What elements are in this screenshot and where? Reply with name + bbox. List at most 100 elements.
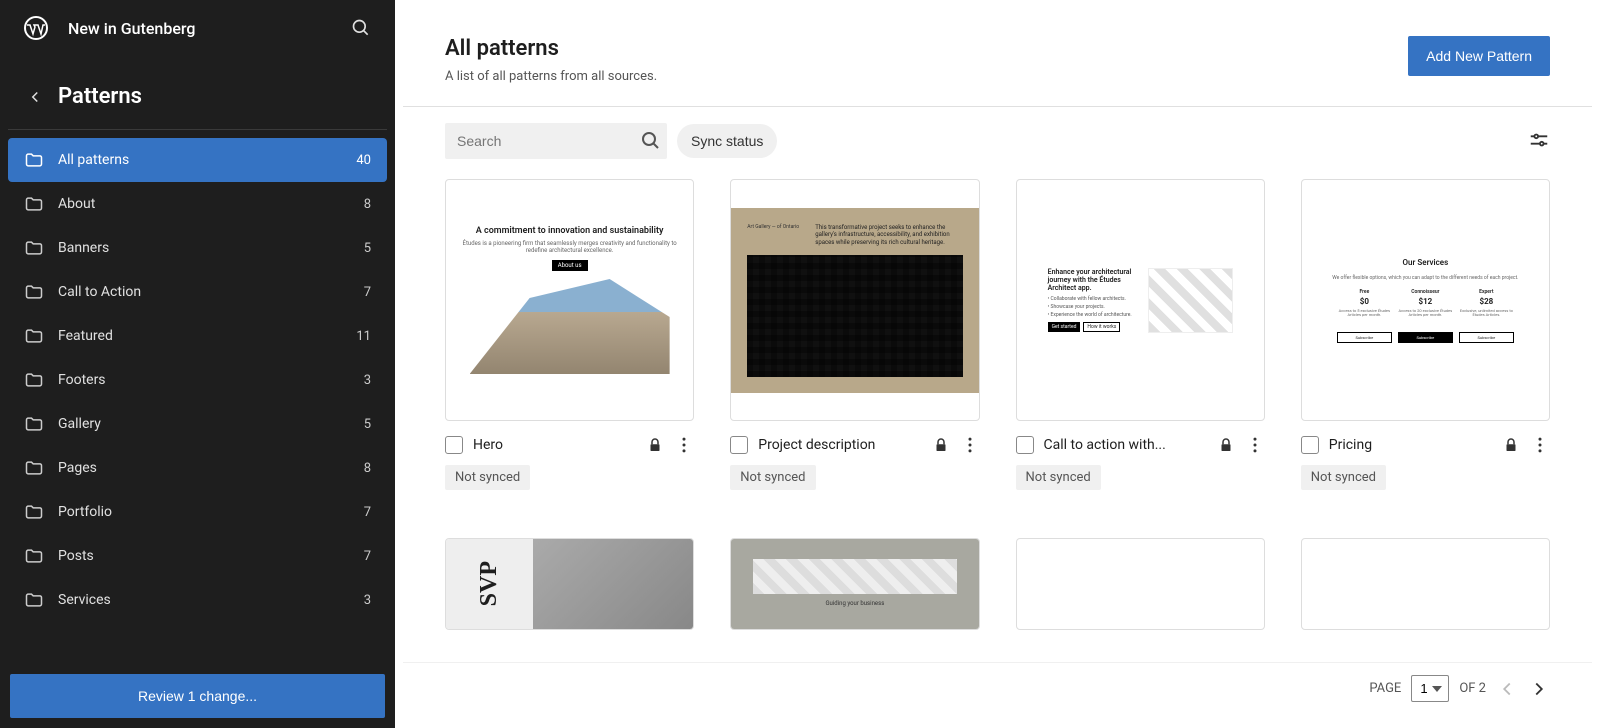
category-count: 7 (364, 285, 371, 300)
pattern-title[interactable]: Project description (758, 437, 921, 453)
page-label: PAGE (1369, 681, 1401, 696)
category-count: 3 (364, 373, 371, 388)
sidebar-item-services[interactable]: Services 3 (8, 578, 387, 622)
lock-icon (1502, 436, 1520, 454)
sync-status-badge: Not synced (1016, 465, 1101, 490)
category-label: Featured (58, 328, 113, 344)
pattern-thumbnail[interactable]: A commitment to innovation and sustainab… (445, 179, 694, 421)
sidebar-item-banners[interactable]: Banners 5 (8, 226, 387, 270)
category-label: Gallery (58, 416, 101, 432)
sidebar-item-featured[interactable]: Featured 11 (8, 314, 387, 358)
sidebar-item-all-patterns[interactable]: All patterns 40 (8, 138, 387, 182)
pattern-thumbnail[interactable]: Guiding your business (730, 538, 979, 630)
sync-status-badge: Not synced (730, 465, 815, 490)
category-list: All patterns 40 About 8 Banners 5 Call to Acti… (0, 130, 395, 664)
pattern-title[interactable]: Pricing (1329, 437, 1492, 453)
pattern-card: A commitment to innovation and sustainab… (445, 179, 694, 502)
folder-icon (24, 502, 44, 522)
pattern-grid: A commitment to innovation and sustainab… (403, 175, 1592, 662)
site-title[interactable]: New in Gutenberg (68, 19, 331, 38)
sidebar-item-posts[interactable]: Posts 7 (8, 534, 387, 578)
category-label: Posts (58, 548, 94, 564)
lock-icon (932, 436, 950, 454)
patterns-title: Patterns (58, 84, 142, 109)
category-label: Pages (58, 460, 97, 476)
category-count: 7 (364, 549, 371, 564)
category-label: Footers (58, 372, 106, 388)
category-count: 3 (364, 593, 371, 608)
pattern-thumbnail[interactable]: Enhance your architectural journey with … (1016, 179, 1265, 421)
chevron-left-icon (1496, 678, 1518, 700)
folder-icon (24, 238, 44, 258)
more-actions-button[interactable] (960, 435, 980, 455)
category-count: 5 (364, 241, 371, 256)
main: All patterns A list of all patterns from… (403, 8, 1592, 720)
page-title: All patterns (445, 36, 1408, 61)
sidebar-item-call-to-action[interactable]: Call to Action7 (8, 270, 387, 314)
sidebar-item-gallery[interactable]: Gallery 5 (8, 402, 387, 446)
category-label: Portfolio (58, 504, 112, 520)
pattern-checkbox[interactable] (1301, 436, 1319, 454)
sliders-icon (1528, 129, 1550, 151)
pattern-checkbox[interactable] (445, 436, 463, 454)
search-input[interactable] (457, 133, 639, 149)
page-subtitle: A list of all patterns from all sources. (445, 69, 1408, 84)
search-icon (351, 18, 371, 38)
more-actions-button[interactable] (1245, 435, 1265, 455)
pattern-thumbnail[interactable]: Our Services We offer flexible options, … (1301, 179, 1550, 421)
header-search-button[interactable] (351, 18, 371, 38)
pattern-title[interactable]: Call to action with... (1044, 437, 1207, 453)
category-count: 5 (364, 417, 371, 432)
pattern-thumbnail[interactable]: SVP (445, 538, 694, 630)
more-actions-button[interactable] (1530, 435, 1550, 455)
patterns-header: Patterns (8, 56, 387, 130)
category-label: Banners (58, 240, 109, 256)
prev-page-button[interactable] (1496, 678, 1518, 700)
sidebar-item-footers[interactable]: Footers 3 (8, 358, 387, 402)
sidebar-item-pages[interactable]: Pages 8 (8, 446, 387, 490)
category-count: 8 (364, 197, 371, 212)
main-header-left: All patterns A list of all patterns from… (445, 36, 1408, 84)
pattern-title[interactable]: Hero (473, 437, 636, 453)
category-count: 11 (356, 329, 371, 344)
review-wrap: Review 1 change... (0, 664, 395, 728)
next-page-button[interactable] (1528, 678, 1550, 700)
sync-status-badge: Not synced (445, 465, 530, 490)
pattern-thumbnail[interactable]: Art Gallery — of OntarioThis transformat… (730, 179, 979, 421)
pattern-thumbnail[interactable] (1016, 538, 1265, 630)
sidebar-item-portfolio[interactable]: Portfolio7 (8, 490, 387, 534)
sync-status-filter[interactable]: Sync status (677, 124, 777, 158)
add-new-pattern-button[interactable]: Add New Pattern (1408, 36, 1550, 76)
pattern-card: Art Gallery — of OntarioThis transformat… (730, 179, 979, 502)
category-count: 8 (364, 461, 371, 476)
more-actions-button[interactable] (674, 435, 694, 455)
pattern-card: SVP (445, 538, 694, 642)
lock-icon (646, 436, 664, 454)
chevron-right-icon (1528, 678, 1550, 700)
pattern-card: Our Services We offer flexible options, … (1301, 179, 1550, 502)
folder-icon (24, 414, 44, 434)
pattern-card: Enhance your architectural journey with … (1016, 179, 1265, 502)
page-select[interactable]: 1 (1411, 675, 1449, 702)
pattern-checkbox[interactable] (730, 436, 748, 454)
category-count: 40 (356, 153, 371, 168)
lock-icon (1217, 436, 1235, 454)
folder-icon (24, 546, 44, 566)
search-icon[interactable] (639, 129, 663, 153)
pattern-checkbox[interactable] (1016, 436, 1034, 454)
pattern-thumbnail[interactable] (1301, 538, 1550, 630)
category-label: Services (58, 592, 111, 608)
page-of-label: OF 2 (1459, 681, 1486, 696)
folder-icon (24, 370, 44, 390)
category-label: About (58, 196, 95, 212)
category-label: All patterns (58, 152, 129, 168)
folder-icon (24, 326, 44, 346)
review-changes-button[interactable]: Review 1 change... (10, 674, 385, 718)
view-settings-button[interactable] (1528, 129, 1550, 154)
sidebar-item-about[interactable]: About 8 (8, 182, 387, 226)
chevron-left-icon[interactable] (26, 88, 44, 106)
folder-icon (24, 150, 44, 170)
folder-icon (24, 590, 44, 610)
wordpress-logo-icon[interactable] (24, 16, 48, 40)
pattern-card (1016, 538, 1265, 642)
